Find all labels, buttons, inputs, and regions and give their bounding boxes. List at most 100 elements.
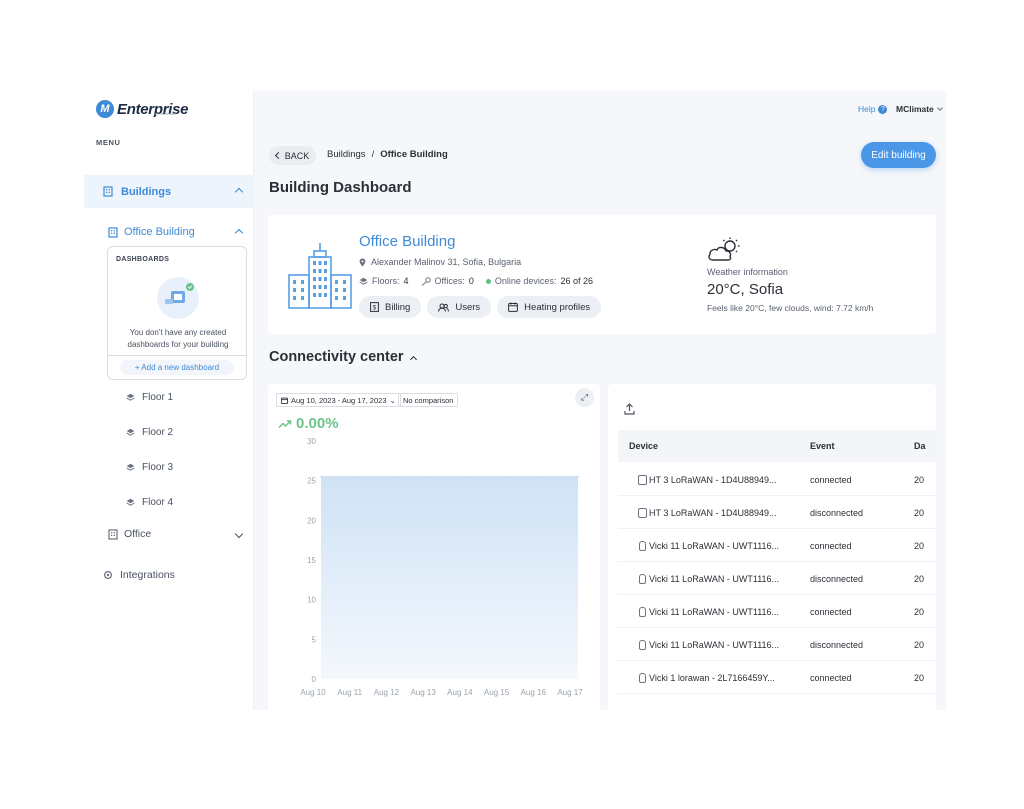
- expand-icon[interactable]: ⤢: [575, 388, 594, 407]
- chevron-down-icon: ⌄: [389, 395, 396, 405]
- edit-building-button[interactable]: Edit building: [861, 142, 936, 168]
- data-point[interactable]: [393, 475, 396, 478]
- sidebar-item-label: Buildings: [121, 185, 172, 198]
- data-point[interactable]: [430, 475, 432, 478]
- sidebar: M Enterprise by MClimate MENU Buildings …: [84, 91, 254, 710]
- building-icon: [108, 226, 118, 238]
- date-range-picker[interactable]: Aug 10, 2023 - Aug 17, 2023 ⌄: [276, 393, 401, 407]
- date-cell: 20: [914, 673, 925, 683]
- square-device-icon: [638, 475, 647, 485]
- sidebar-item-office-building[interactable]: Office Building: [84, 222, 254, 242]
- thermostat-icon: [639, 574, 646, 584]
- sidebar-item-floor-4[interactable]: Floor 4: [126, 494, 173, 510]
- sidebar-item-floor-3[interactable]: Floor 3: [126, 459, 173, 475]
- online-devices-stat: Online devices: 26 of 26: [485, 276, 593, 286]
- table-row[interactable]: HT 3 LoRaWAN - 1D4U88949... disconnected 2…: [618, 496, 936, 529]
- table-row[interactable]: Vicki 11 LoRaWAN - UWT1116... connected 20: [618, 595, 936, 628]
- event-cell: connected: [810, 541, 852, 551]
- data-point[interactable]: [356, 475, 359, 478]
- column-header-event[interactable]: Event: [810, 441, 835, 451]
- sidebar-item-floor-1[interactable]: Floor 1: [126, 389, 173, 405]
- back-button[interactable]: BACK: [269, 146, 316, 165]
- dashboards-panel: DASHBOARDS You don't have any created da…: [107, 246, 247, 380]
- x-tick-label: Aug 11: [337, 688, 362, 697]
- chevron-up-icon[interactable]: [234, 187, 244, 197]
- back-label: BACK: [284, 150, 310, 161]
- table-row[interactable]: Vicki 1 lorawan - 2L7166459Y... connected…: [618, 661, 936, 694]
- dashboards-empty-text: You don't have any created dashboards fo…: [127, 328, 229, 349]
- floors-stat: Floors: 4: [359, 276, 409, 286]
- building-address: Alexander Malinov 31, Sofia, Bulgaria: [359, 257, 521, 267]
- question-icon: ?: [878, 104, 888, 114]
- online-value: 26 of 26: [560, 276, 593, 286]
- x-tick-label: Aug 17: [557, 688, 583, 697]
- billing-button[interactable]: $ Billing: [359, 296, 422, 318]
- floor-label: Floor 3: [142, 461, 174, 473]
- table-row[interactable]: HT 3 LoRaWAN - 1D4U88949... connected 20: [618, 463, 936, 496]
- address-text: Alexander Malinov 31, Sofia, Bulgaria: [371, 257, 522, 267]
- building-name[interactable]: Office Building: [359, 233, 455, 250]
- layers-icon: [126, 498, 135, 506]
- offices-value: 0: [468, 276, 474, 286]
- data-point[interactable]: [320, 475, 322, 478]
- dashboards-title: DASHBOARDS: [116, 256, 170, 263]
- column-header-date[interactable]: Da: [914, 441, 926, 451]
- column-header-device[interactable]: Device: [629, 441, 658, 451]
- device-name-cell: HT 3 LoRaWAN - 1D4U88949...: [649, 475, 777, 485]
- help-link[interactable]: Help ?: [858, 104, 888, 114]
- series-area: [321, 476, 578, 679]
- chevron-down-icon[interactable]: [234, 529, 244, 539]
- heating-profiles-button[interactable]: Heating profiles: [497, 296, 602, 318]
- date-cell: 20: [914, 541, 925, 551]
- sidebar-item-integrations[interactable]: Integrations: [103, 567, 175, 583]
- building-stats: Floors: 4 Offices: 0 Online devices: 26 …: [359, 276, 593, 286]
- building-icon: [108, 528, 118, 540]
- comparison-select[interactable]: No comparison: [398, 393, 459, 407]
- date-cell: 20: [914, 508, 925, 518]
- table-row[interactable]: Vicki 11 LoRaWAN - UWT1116... connected 20: [618, 529, 936, 562]
- sidebar-item-floor-2[interactable]: Floor 2: [126, 424, 173, 440]
- menu-label: MENU: [96, 138, 121, 147]
- account-menu[interactable]: MClimate: [896, 104, 943, 114]
- online-status-dot-icon: [485, 278, 491, 284]
- floor-label: Floor 4: [142, 496, 174, 508]
- export-icon[interactable]: [624, 403, 635, 415]
- floor-label: Floor 2: [142, 426, 174, 438]
- device-name-cell: Vicki 11 LoRaWAN - UWT1116...: [649, 574, 780, 584]
- table-row[interactable]: Vicki 11 LoRaWAN - UWT1116... disconnecte…: [618, 562, 936, 595]
- table-header: Device Event Da: [618, 430, 936, 462]
- connectivity-center-toggle[interactable]: Connectivity center: [269, 349, 417, 365]
- breadcrumb-current: Office Building: [380, 149, 448, 160]
- billing-label: Billing: [385, 301, 411, 313]
- offices-label: Offices:: [434, 276, 465, 286]
- layers-icon: [359, 277, 368, 285]
- device-name-cell: Vicki 11 LoRaWAN - UWT1116...: [649, 640, 780, 650]
- data-point[interactable]: [503, 475, 506, 478]
- floors-label: Floors:: [372, 276, 400, 286]
- users-icon: [438, 303, 450, 312]
- add-dashboard-button[interactable]: + Add a new dashboard: [120, 360, 234, 375]
- sidebar-item-buildings[interactable]: Buildings: [84, 175, 254, 208]
- data-point[interactable]: [540, 475, 543, 478]
- location-pin-icon: [359, 258, 366, 266]
- x-tick-label: Aug 15: [484, 688, 510, 697]
- users-label: Users: [455, 301, 481, 313]
- floor-label: Floor 1: [142, 391, 174, 403]
- table-row[interactable]: Vicki 11 LoRaWAN - UWT1116... disconnecte…: [618, 628, 936, 661]
- online-label: Online devices:: [494, 276, 557, 286]
- connectivity-chart-panel: Aug 10, 2023 - Aug 17, 2023 ⌄ No compari…: [268, 384, 600, 710]
- sidebar-item-label: Office: [124, 528, 152, 540]
- data-point[interactable]: [467, 475, 469, 478]
- sidebar-item-office[interactable]: Office: [108, 526, 248, 542]
- chevron-left-icon: [274, 151, 282, 160]
- users-button[interactable]: Users: [427, 296, 492, 318]
- heating-label: Heating profiles: [524, 301, 591, 313]
- chevron-up-icon[interactable]: [234, 228, 244, 238]
- date-range-label: Aug 10, 2023 - Aug 17, 2023: [291, 395, 387, 405]
- layers-icon: [126, 428, 135, 436]
- breadcrumb-buildings[interactable]: Buildings: [327, 149, 366, 160]
- thermostat-icon: [639, 673, 646, 683]
- breadcrumb-separator: /: [371, 149, 375, 160]
- data-point[interactable]: [577, 475, 579, 478]
- date-cell: 20: [914, 640, 925, 650]
